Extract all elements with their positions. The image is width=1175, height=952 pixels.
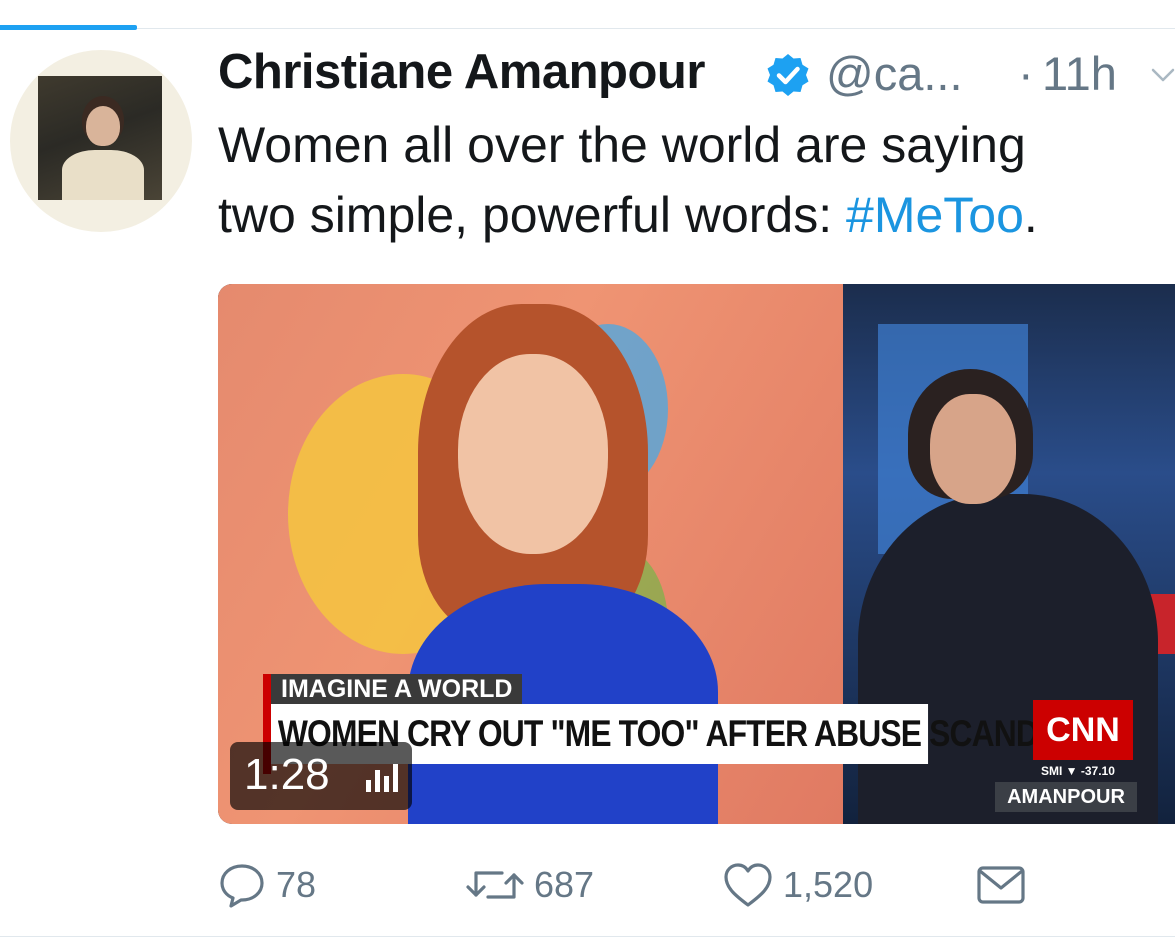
- heart-icon: [724, 863, 772, 907]
- avatar-photo: [38, 76, 162, 200]
- avatar-head: [86, 106, 120, 146]
- guest-face: [458, 354, 608, 554]
- retweet-button[interactable]: 687: [466, 850, 594, 920]
- video-player[interactable]: IMAGINE A WORLD WOMEN CRY OUT "ME TOO" A…: [218, 284, 1175, 824]
- tweet-text-line-1: Women all over the world are saying: [218, 117, 1026, 173]
- avatar-body: [62, 150, 144, 200]
- tweet-header: Christiane Amanpour @ca... · 11h: [218, 40, 1175, 106]
- retweet-count: 687: [534, 864, 595, 905]
- direct-message-button[interactable]: [976, 850, 1026, 920]
- caption-top: IMAGINE A WORLD: [271, 674, 523, 704]
- show-name-badge: AMANPOUR: [995, 782, 1137, 812]
- reply-icon: [220, 864, 264, 908]
- reply-button[interactable]: 78: [218, 850, 316, 920]
- author-handle[interactable]: @ca...: [826, 46, 963, 101]
- top-divider: [0, 28, 1175, 29]
- retweet-icon: [466, 871, 524, 899]
- cnn-logo: CNN: [1033, 700, 1133, 760]
- verified-badge-icon: [767, 54, 809, 96]
- chevron-down-icon[interactable]: [1150, 62, 1175, 88]
- avatar[interactable]: [10, 50, 192, 232]
- duration-badge: 1:28: [230, 742, 412, 810]
- author-name[interactable]: Christiane Amanpour: [218, 44, 705, 100]
- tweet-text-prefix: two simple, powerful words:: [218, 187, 847, 243]
- anchor-face: [930, 394, 1016, 504]
- tweet-text: Women all over the world are saying two …: [218, 110, 1175, 250]
- bottom-divider: [0, 936, 1175, 937]
- stock-ticker: SMI ▼ -37.10: [1041, 764, 1115, 778]
- separator-dot: ·: [1018, 47, 1034, 100]
- reply-count: 78: [276, 864, 317, 905]
- tab-indicator: [0, 25, 137, 30]
- hashtag-link[interactable]: #MeToo: [846, 187, 1024, 243]
- tweet-text-line-2: two simple, powerful words: #MeToo.: [218, 180, 1175, 250]
- tweet-actions: 78 687 1,520: [218, 850, 1175, 920]
- like-button[interactable]: 1,520: [723, 850, 873, 920]
- volume-bars-icon[interactable]: [364, 762, 404, 794]
- video-duration: 1:28: [244, 750, 330, 799]
- tweet-time[interactable]: 11h: [1042, 46, 1117, 101]
- like-count: 1,520: [783, 864, 874, 905]
- tweet-text-suffix: .: [1023, 187, 1038, 243]
- envelope-icon: [977, 866, 1025, 904]
